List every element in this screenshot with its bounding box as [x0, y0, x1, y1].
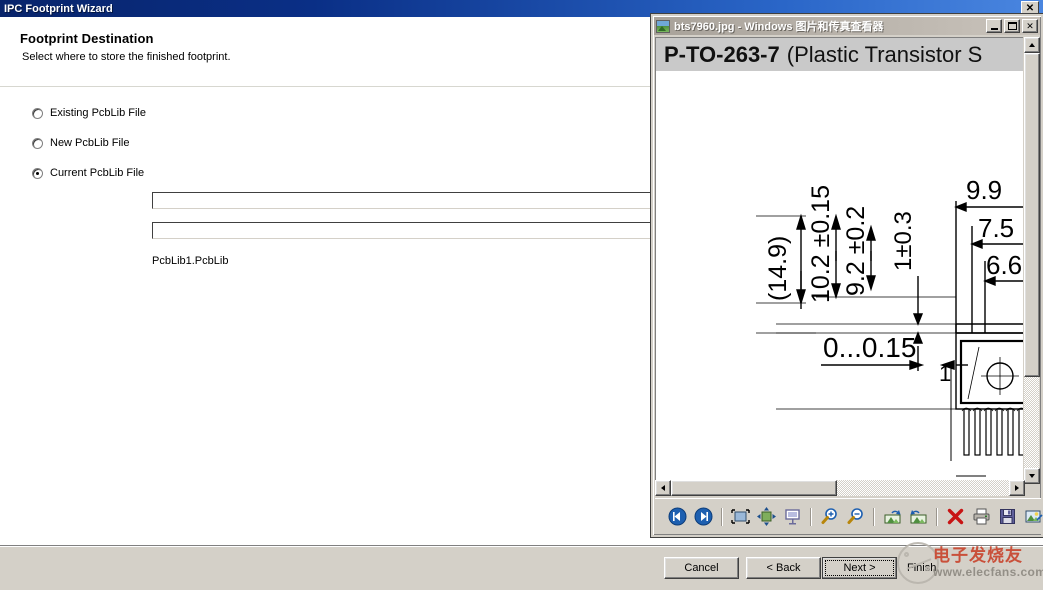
viewer-image-canvas: P-TO-263-7 (Plastic Transistor S 9.9 7.5… — [655, 37, 1025, 484]
drawing-title-banner: P-TO-263-7 (Plastic Transistor S — [656, 38, 1024, 71]
radio-icon[interactable] — [32, 107, 43, 119]
dim-9-9-text: 9.9 — [966, 175, 1002, 205]
drawing-svg: 9.9 7.5 6.6 1±0.3 (14.9) 10.2 ±0.15 9.2 … — [756, 175, 1024, 477]
save-as-icon[interactable] — [996, 506, 1018, 528]
cancel-button-label: Cancel — [684, 562, 719, 574]
dim-10-2-text: 10.2 ±0.15 — [807, 185, 835, 303]
chevron-right-icon — [1015, 485, 1019, 491]
chevron-left-icon — [661, 485, 665, 491]
drawing-package-name: P-TO-263-7 — [664, 41, 780, 67]
dim-1-text: 1 — [939, 361, 951, 386]
dim-1-03-text: 1±0.3 — [890, 211, 917, 271]
next-image-icon[interactable] — [692, 506, 714, 528]
scroll-right-button[interactable] — [1009, 480, 1025, 496]
current-pcblib-value: PcbLib1.PcbLib — [152, 255, 229, 267]
windows-picture-fax-viewer-window: bts7960.jpg - Windows 图片和传真查看器 ✕ P-TO-26… — [651, 14, 1043, 537]
scroll-down-button[interactable] — [1024, 468, 1040, 484]
delete-icon[interactable] — [944, 506, 966, 528]
rotate-counterclockwise-icon[interactable] — [907, 506, 929, 528]
back-button[interactable]: < Back — [746, 557, 821, 579]
option-new-label: New PcbLib File — [50, 137, 130, 149]
option-current-pcblib[interactable]: Current PcbLib File — [32, 165, 144, 181]
dim-14-9-text: (14.9) — [764, 236, 792, 301]
page-subtitle: Select where to store the finished footp… — [22, 51, 231, 63]
existing-pcblib-input[interactable] — [153, 193, 715, 208]
radio-icon[interactable] — [32, 167, 43, 179]
finish-button[interactable]: Finish — [898, 557, 973, 579]
new-pcblib-field[interactable] — [152, 222, 715, 239]
dim-6-6-text: 6.6 — [986, 250, 1022, 280]
finish-button-label: Finish — [907, 562, 937, 574]
slideshow-icon[interactable] — [781, 506, 803, 528]
viewer-horizontal-scrollbar[interactable] — [655, 480, 1025, 496]
chevron-up-icon — [1029, 43, 1035, 47]
dim-7-5-text: 7.5 — [978, 213, 1014, 243]
scroll-up-button[interactable] — [1024, 37, 1040, 53]
vertical-scroll-thumb[interactable] — [1024, 53, 1040, 377]
scroll-left-button[interactable] — [655, 480, 671, 496]
toolbar-divider — [721, 507, 722, 526]
wizard-title: IPC Footprint Wizard — [4, 2, 113, 15]
zoom-out-icon[interactable] — [844, 506, 866, 528]
close-button[interactable]: ✕ — [1022, 19, 1038, 33]
new-pcblib-input[interactable] — [153, 223, 715, 238]
toolbar-divider — [810, 507, 811, 526]
viewer-window-buttons: ✕ — [986, 19, 1038, 33]
viewer-toolbar: ? — [655, 498, 1043, 534]
viewer-title: bts7960.jpg - Windows 图片和传真查看器 — [674, 21, 884, 33]
next-button[interactable]: Next > — [822, 557, 897, 579]
print-icon[interactable] — [970, 506, 992, 528]
minimize-button[interactable] — [986, 19, 1002, 33]
actual-size-icon[interactable] — [755, 506, 777, 528]
chevron-down-icon — [1029, 474, 1035, 478]
radio-icon[interactable] — [32, 137, 43, 149]
photo-icon — [656, 19, 670, 33]
viewer-vertical-scrollbar[interactable] — [1023, 37, 1040, 484]
toolbar-divider — [936, 507, 937, 526]
dim-0-015-text: 0...0.15 — [823, 332, 916, 363]
copy-to-icon[interactable] — [1022, 506, 1043, 528]
toolbar-divider — [873, 507, 874, 526]
horizontal-scroll-thumb[interactable] — [671, 480, 837, 496]
maximize-button[interactable] — [1004, 19, 1020, 33]
back-button-label: < Back — [766, 562, 801, 574]
cancel-button[interactable]: Cancel — [664, 557, 739, 579]
technical-drawing: 9.9 7.5 6.6 1±0.3 (14.9) 10.2 ±0.15 9.2 … — [656, 71, 1024, 483]
next-button-label: Next > — [843, 562, 876, 574]
option-existing-label: Existing PcbLib File — [50, 107, 146, 119]
existing-pcblib-field[interactable] — [152, 192, 715, 209]
wizard-footer: Cancel < Back Next > Finish — [0, 545, 1043, 590]
rotate-clockwise-icon[interactable] — [881, 506, 903, 528]
page-title: Footprint Destination — [20, 31, 154, 46]
previous-image-icon[interactable] — [666, 506, 688, 528]
option-existing-pcblib[interactable]: Existing PcbLib File — [32, 105, 146, 121]
drawing-package-desc: (Plastic Transistor S — [786, 41, 983, 67]
option-new-pcblib[interactable]: New PcbLib File — [32, 135, 129, 151]
best-fit-icon[interactable] — [729, 506, 751, 528]
zoom-in-icon[interactable] — [818, 506, 840, 528]
dim-9-2-text: 9.2 ±0.2 — [842, 206, 870, 296]
viewer-titlebar: bts7960.jpg - Windows 图片和传真查看器 ✕ — [654, 17, 1040, 35]
option-current-label: Current PcbLib File — [50, 167, 145, 179]
